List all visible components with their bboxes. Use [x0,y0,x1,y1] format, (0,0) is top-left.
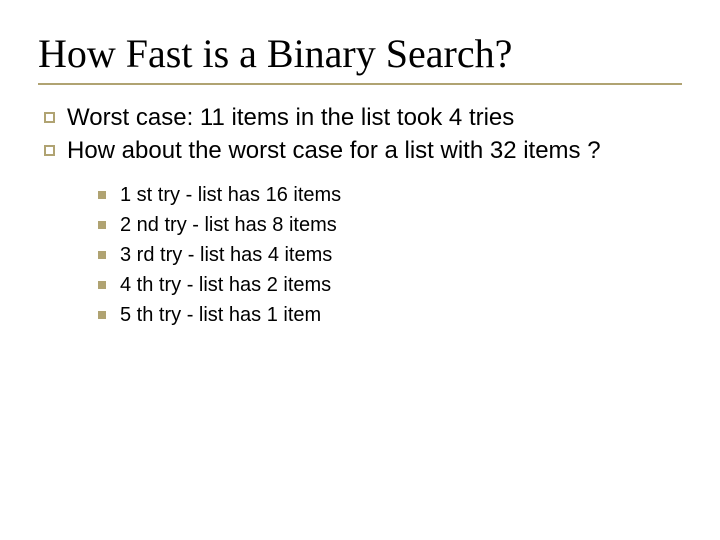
slide: How Fast is a Binary Search? Worst case:… [0,0,720,540]
list-item-text: 4 th try - list has 2 items [120,270,331,300]
list-item-text: 2 nd try - list has 8 items [120,210,337,240]
list-item: 3 rd try - list has 4 items [98,240,682,270]
list-item-text: 5 th try - list has 1 item [120,300,321,330]
square-bullet-icon [98,191,106,199]
square-open-bullet-icon [44,145,55,156]
list-item-text: How about the worst case for a list with… [67,136,682,167]
bullet-list: Worst case: 11 items in the list took 4 … [44,103,682,166]
list-item: 4 th try - list has 2 items [98,270,682,300]
sub-bullet-list: 1 st try - list has 16 items 2 nd try - … [98,180,682,330]
slide-title: How Fast is a Binary Search? [38,30,682,77]
list-item: 2 nd try - list has 8 items [98,210,682,240]
list-item-text: 1 st try - list has 16 items [120,180,341,210]
title-underline [38,83,682,85]
list-item: How about the worst case for a list with… [44,136,682,167]
list-item: 1 st try - list has 16 items [98,180,682,210]
list-item: 5 th try - list has 1 item [98,300,682,330]
square-open-bullet-icon [44,112,55,123]
square-bullet-icon [98,281,106,289]
list-item-text: 3 rd try - list has 4 items [120,240,332,270]
square-bullet-icon [98,221,106,229]
square-bullet-icon [98,311,106,319]
square-bullet-icon [98,251,106,259]
list-item-text: Worst case: 11 items in the list took 4 … [67,103,682,134]
list-item: Worst case: 11 items in the list took 4 … [44,103,682,134]
